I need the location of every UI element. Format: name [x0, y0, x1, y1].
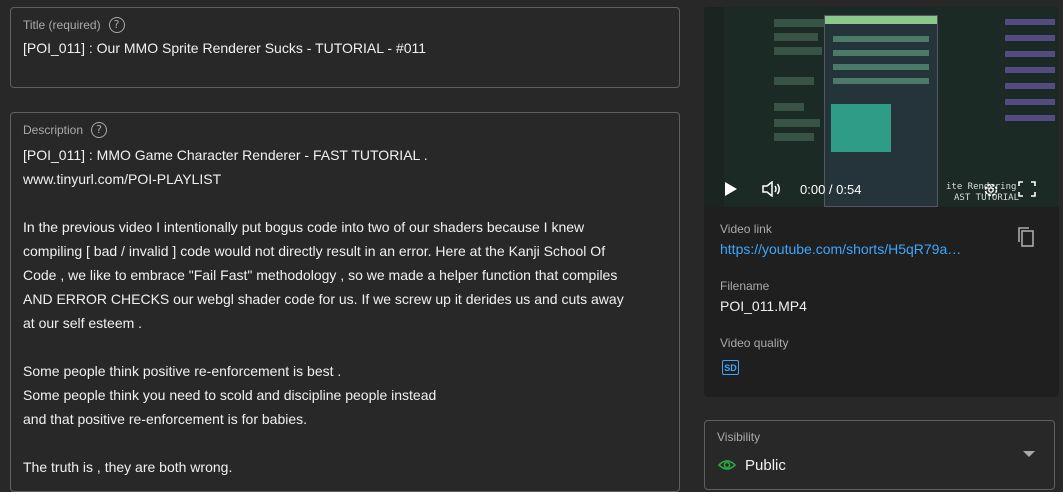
- video-quality-label: Video quality: [720, 336, 789, 350]
- code-line: [774, 33, 818, 41]
- description-line: and that positive re-enforcement is for …: [23, 411, 308, 427]
- description-line: In the previous video I intentionally pu…: [23, 219, 585, 235]
- help-icon[interactable]: ?: [91, 122, 108, 138]
- video-details-card: ite Rendering AST TUTORIAL 0:00 / 0:54 V…: [704, 7, 1059, 397]
- code-line: [1005, 115, 1055, 121]
- code-line: [774, 133, 814, 141]
- code-line: [774, 103, 804, 111]
- code-line: [774, 77, 814, 85]
- description-line: AND ERROR CHECKS our webgl shader code f…: [23, 291, 624, 307]
- eye-icon: [717, 457, 737, 478]
- code-line: [1005, 67, 1055, 73]
- code-line: [1005, 51, 1055, 57]
- visibility-dropdown[interactable]: Visibility Public: [704, 420, 1055, 490]
- description-line: www.tinyurl.com/POI-PLAYLIST: [23, 171, 222, 187]
- help-icon[interactable]: ?: [108, 17, 125, 33]
- description-label-row: Description ?: [23, 122, 108, 138]
- filename-value: POI_011.MP4: [720, 298, 807, 314]
- fullscreen-icon[interactable]: [1018, 181, 1036, 202]
- code-line: [1005, 99, 1055, 105]
- video-link-label: Video link: [720, 222, 772, 236]
- code-line: [774, 19, 824, 27]
- video-preview[interactable]: ite Rendering AST TUTORIAL 0:00 / 0:54: [704, 7, 1059, 207]
- description-line: Some people think you need to scold and …: [23, 387, 437, 403]
- code-line: [1005, 19, 1055, 25]
- description-line: [23, 191, 673, 215]
- screenshot-band: [833, 64, 929, 70]
- code-line: [774, 47, 822, 55]
- player-controls: 0:00 / 0:54: [704, 172, 1059, 207]
- description-line: The truth is , they are both wrong.: [23, 459, 233, 475]
- description-line: [POI_011] : MMO Game Character Renderer …: [23, 147, 428, 163]
- description-field[interactable]: Description ? [POI_011] : MMO Game Chara…: [10, 112, 680, 492]
- screenshot-panel: [831, 104, 891, 152]
- copy-icon[interactable]: [1017, 226, 1035, 253]
- filename-label: Filename: [720, 279, 770, 293]
- description-line: Code , we like to embrace "Fail Fast" me…: [23, 267, 618, 283]
- description-label: Description: [23, 123, 84, 137]
- title-label-row: Title (required) ?: [23, 17, 125, 33]
- dropdown-arrow-icon[interactable]: [1023, 451, 1035, 457]
- title-label: Title (required): [23, 18, 101, 32]
- visibility-value: Public: [745, 457, 786, 474]
- video-link[interactable]: https://youtube.com/shorts/H5qR79a…: [720, 241, 990, 257]
- description-input[interactable]: [POI_011] : MMO Game Character Renderer …: [23, 143, 673, 479]
- screenshot-band: [833, 36, 929, 42]
- title-field[interactable]: Title (required) ? [POI_011] : Our MMO S…: [10, 7, 680, 88]
- code-line: [774, 119, 820, 127]
- screenshot-band: [833, 50, 929, 56]
- title-input[interactable]: [POI_011] : Our MMO Sprite Renderer Suck…: [23, 40, 426, 56]
- description-line: [23, 335, 673, 359]
- play-icon[interactable]: [724, 181, 738, 202]
- description-line: Some people think positive re-enforcemen…: [23, 363, 342, 379]
- code-line: [1005, 83, 1055, 89]
- visibility-label: Visibility: [717, 430, 761, 444]
- description-line: at our self esteem .: [23, 315, 143, 331]
- code-line: [1005, 35, 1055, 41]
- video-time: 0:00 / 0:54: [800, 182, 862, 197]
- screenshot-header: [825, 16, 937, 24]
- description-line: compiling [ bad / invalid ] code would n…: [23, 243, 606, 259]
- description-line: [23, 431, 673, 455]
- settings-icon[interactable]: [982, 181, 1000, 204]
- volume-icon[interactable]: [762, 180, 782, 202]
- screenshot-band: [833, 78, 929, 84]
- sd-quality-icon: SD: [722, 360, 739, 375]
